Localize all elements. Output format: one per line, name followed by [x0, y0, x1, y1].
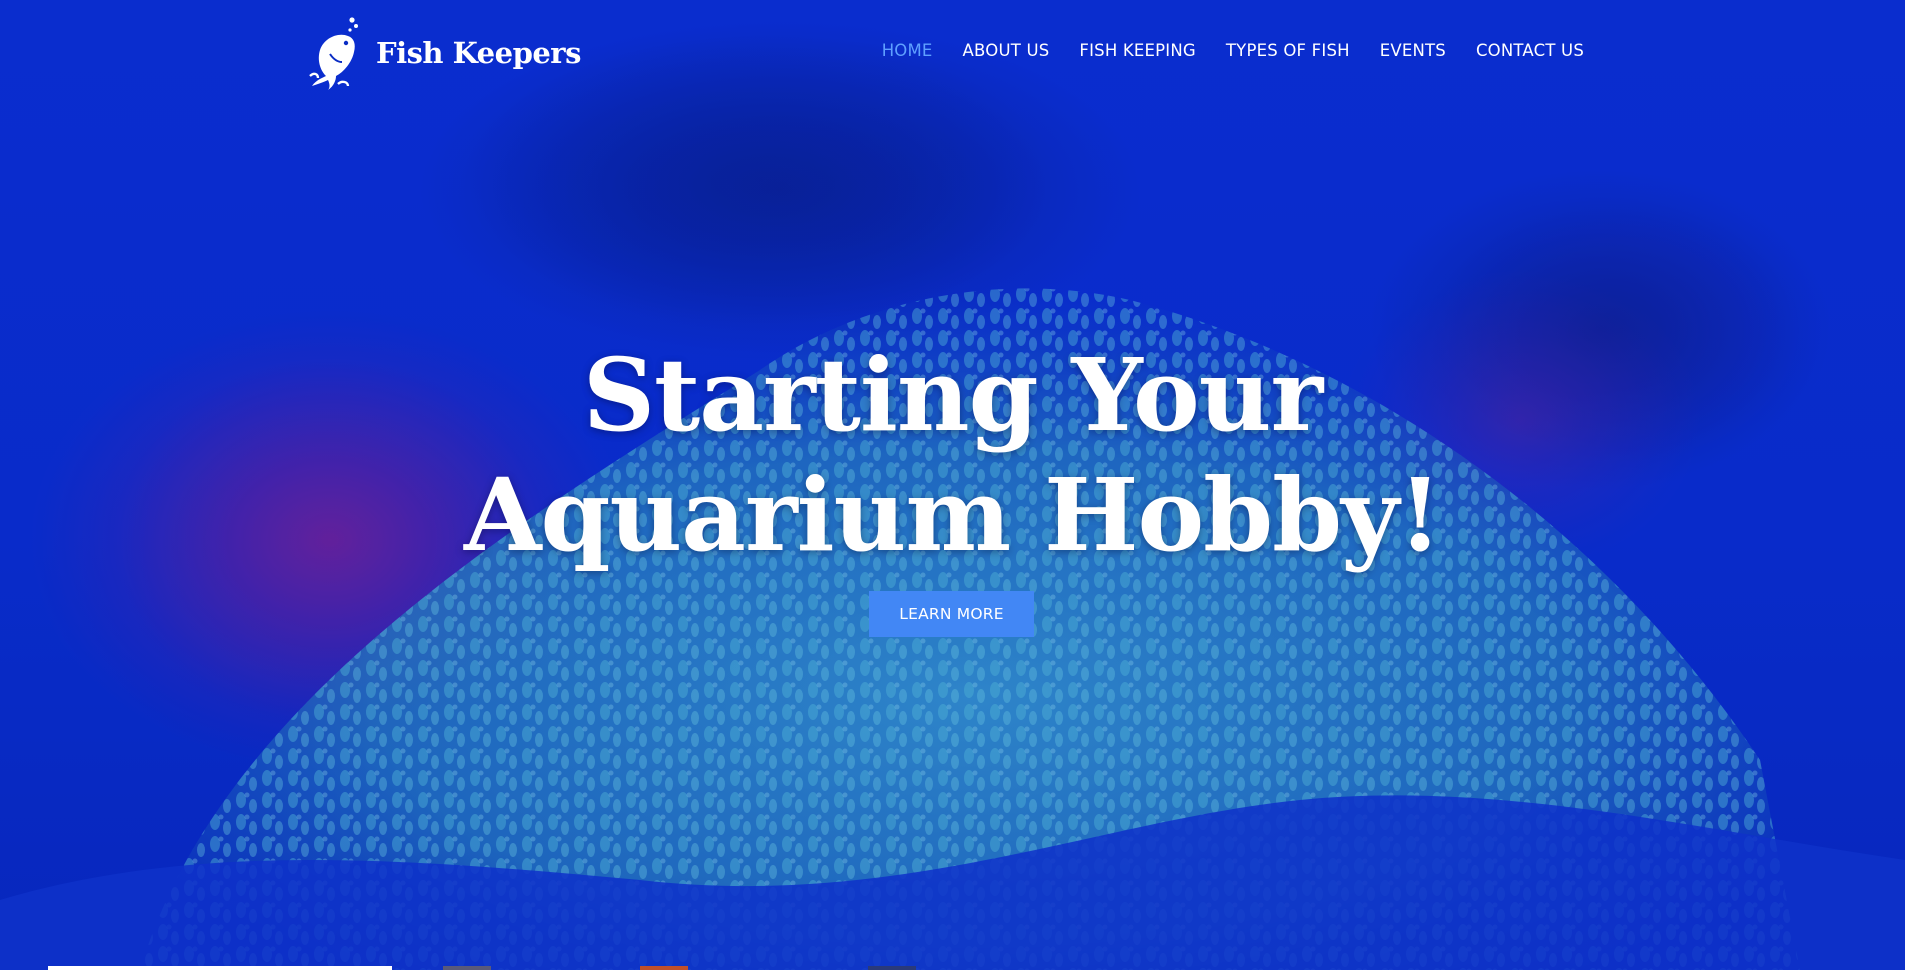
slider-indicators: [0, 966, 1905, 970]
jumping-fish-icon: [309, 17, 358, 90]
nav-item-types-of-fish: TYPES OF FISH: [1226, 41, 1350, 61]
nav-link-types-of-fish[interactable]: TYPES OF FISH: [1226, 41, 1350, 60]
hero-headline: Starting Your Aquarium Hobby!: [0, 335, 1905, 575]
nav-link-events[interactable]: EVENTS: [1380, 41, 1446, 60]
nav-item-contact-us: CONTACT US: [1476, 41, 1584, 61]
main-nav: HOME ABOUT US FISH KEEPING TYPES OF FISH…: [882, 41, 1584, 61]
hero-section: Fish Keepers HOME ABOUT US FISH KEEPING …: [0, 0, 1905, 970]
top-navbar: Fish Keepers HOME ABOUT US FISH KEEPING …: [0, 0, 1905, 110]
nav-link-home[interactable]: HOME: [882, 41, 933, 60]
slide-indicator-4[interactable]: [868, 966, 916, 970]
nav-item-fish-keeping: FISH KEEPING: [1079, 41, 1196, 61]
nav-item-about-us: ABOUT US: [963, 41, 1050, 61]
hero-headline-line-1: Starting Your: [582, 336, 1323, 454]
brand-logo-link[interactable]: Fish Keepers: [308, 16, 581, 90]
learn-more-button[interactable]: LEARN MORE: [869, 591, 1034, 637]
nav-item-events: EVENTS: [1380, 41, 1446, 61]
nav-link-fish-keeping[interactable]: FISH KEEPING: [1079, 41, 1196, 60]
hero-headline-line-2: Aquarium Hobby!: [463, 456, 1442, 574]
slide-indicator-3[interactable]: [640, 966, 688, 970]
nav-link-about-us[interactable]: ABOUT US: [963, 41, 1050, 60]
slide-indicator-1[interactable]: [48, 966, 392, 970]
nav-link-contact-us[interactable]: CONTACT US: [1476, 41, 1584, 60]
slide-indicator-2[interactable]: [443, 966, 491, 970]
brand-name: Fish Keepers: [376, 36, 581, 70]
nav-item-home: HOME: [882, 41, 933, 61]
